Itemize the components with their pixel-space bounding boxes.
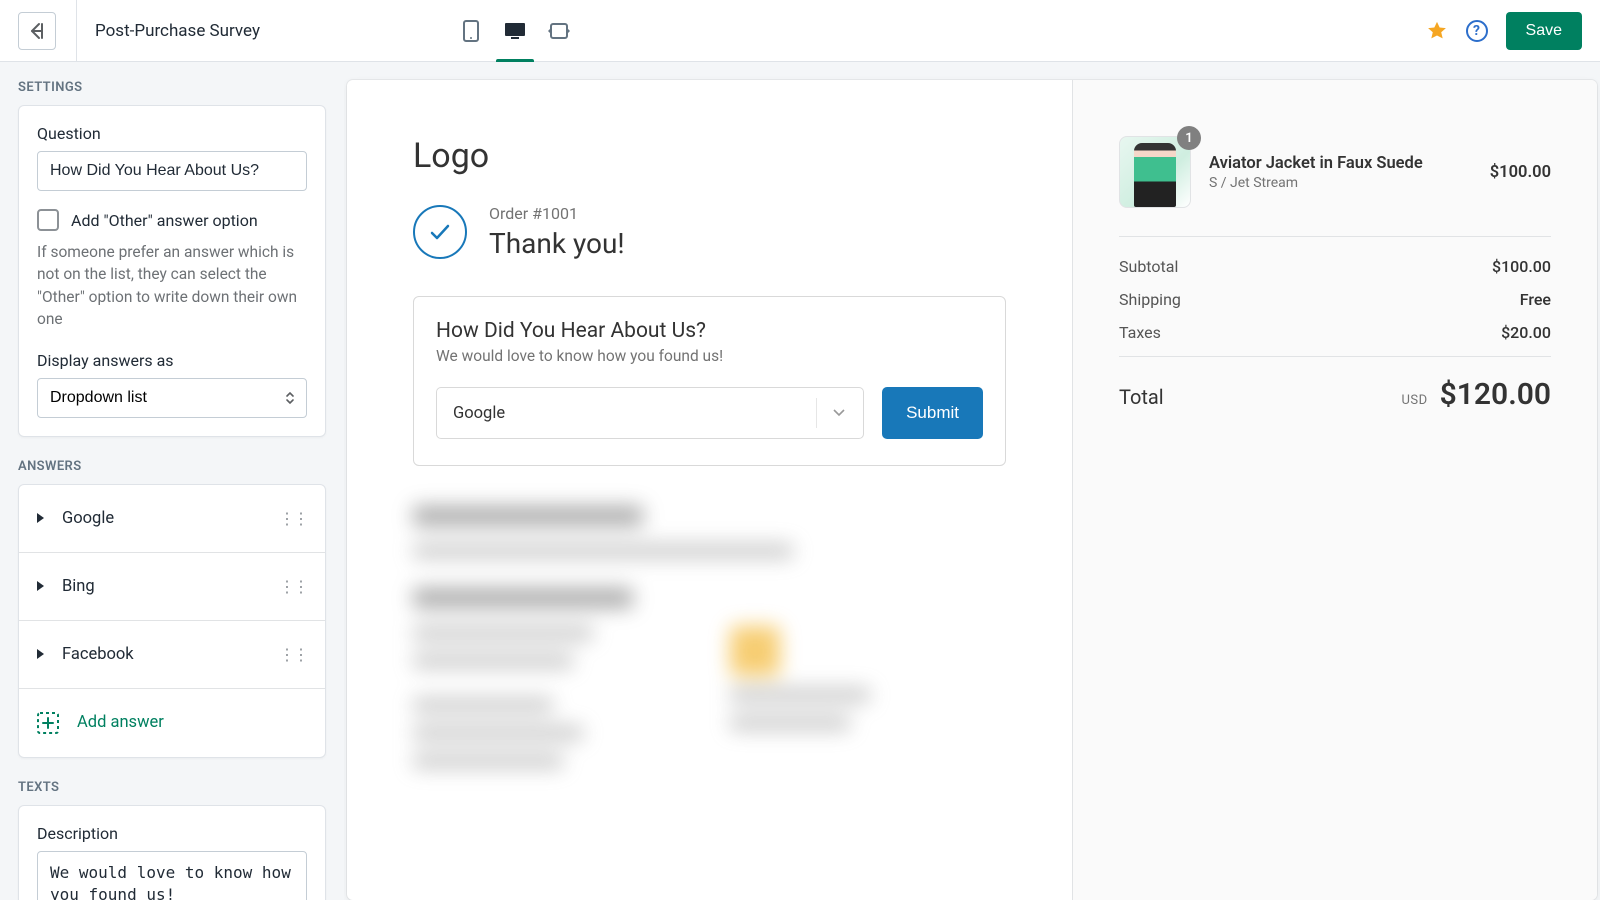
add-other-label: Add "Other" answer option [71, 211, 258, 230]
chevron-right-icon [37, 649, 44, 659]
line-item: 1 Aviator Jacket in Faux Suede S / Jet S… [1119, 136, 1551, 208]
item-variant: S / Jet Stream [1209, 175, 1423, 191]
answer-item[interactable]: Bing ⋮⋮ [19, 553, 325, 621]
add-other-checkbox[interactable] [37, 209, 59, 231]
add-answer-label: Add answer [77, 713, 164, 732]
preview-pane: Logo Order #1001 Thank you! How Did You … [344, 62, 1600, 900]
display-label: Display answers as [37, 351, 307, 370]
thank-you-text: Thank you! [489, 227, 625, 260]
add-icon [37, 712, 59, 734]
survey-subtitle: We would love to know how you found us! [436, 347, 983, 365]
back-arrow-icon [27, 21, 47, 41]
texts-heading: TEXTS [18, 780, 326, 795]
texts-card: Description [18, 805, 326, 900]
drag-handle-icon[interactable]: ⋮⋮ [279, 577, 307, 596]
shipping-value: Free [1520, 290, 1551, 309]
survey-dropdown[interactable]: Google [436, 387, 864, 439]
back-button[interactable] [18, 12, 56, 50]
save-button[interactable]: Save [1506, 12, 1582, 50]
dropdown-value: Google [453, 404, 505, 423]
checkout-main: Logo Order #1001 Thank you! How Did You … [347, 80, 1072, 900]
mobile-icon [463, 20, 479, 42]
item-price: $100.00 [1490, 163, 1551, 182]
settings-card: Question Add "Other" answer option If so… [18, 105, 326, 437]
question-input[interactable] [37, 151, 307, 191]
desktop-icon [504, 22, 526, 40]
survey-card: How Did You Hear About Us? We would love… [413, 296, 1006, 466]
sidebar: SETTINGS Question Add "Other" answer opt… [0, 62, 344, 900]
subtotal-value: $100.00 [1492, 257, 1551, 276]
total-value: $120.00 [1440, 377, 1551, 412]
survey-question: How Did You Hear About Us? [436, 319, 983, 343]
page-title: Post-Purchase Survey [95, 21, 260, 41]
device-mobile-tab[interactable] [460, 20, 482, 42]
chevron-right-icon [37, 513, 44, 523]
answer-label: Facebook [62, 645, 279, 664]
chevron-down-icon [833, 409, 845, 417]
description-input[interactable] [37, 851, 307, 900]
top-bar: Post-Purchase Survey ? Save [0, 0, 1600, 62]
device-desktop-tab[interactable] [504, 20, 526, 42]
preview-frame: Logo Order #1001 Thank you! How Did You … [347, 80, 1597, 900]
device-preview-tabs [460, 20, 570, 42]
other-help-text: If someone prefer an answer which is not… [37, 241, 307, 331]
submit-button[interactable]: Submit [882, 387, 983, 439]
answer-item[interactable]: Google ⋮⋮ [19, 485, 325, 553]
shipping-label: Shipping [1119, 290, 1181, 309]
total-label: Total [1119, 385, 1164, 409]
answer-item[interactable]: Facebook ⋮⋮ [19, 621, 325, 689]
answer-label: Bing [62, 577, 279, 596]
blurred-content [413, 506, 1006, 782]
star-icon[interactable] [1426, 20, 1448, 42]
taxes-value: $20.00 [1501, 323, 1551, 342]
drag-handle-icon[interactable]: ⋮⋮ [279, 509, 307, 528]
order-number: Order #1001 [489, 204, 625, 223]
answer-label: Google [62, 509, 279, 528]
item-title: Aviator Jacket in Faux Suede [1209, 154, 1423, 173]
separator [76, 0, 77, 62]
quantity-badge: 1 [1177, 126, 1201, 150]
settings-heading: SETTINGS [18, 80, 326, 95]
device-fullwidth-tab[interactable] [548, 20, 570, 42]
chevron-right-icon [37, 581, 44, 591]
drag-handle-icon[interactable]: ⋮⋮ [279, 645, 307, 664]
question-label: Question [37, 124, 307, 143]
add-answer-button[interactable]: Add answer [19, 689, 325, 757]
display-select[interactable]: Dropdown list [37, 378, 307, 418]
expand-icon [548, 23, 570, 39]
taxes-label: Taxes [1119, 323, 1161, 342]
checkmark-circle-icon [413, 205, 467, 259]
answers-heading: ANSWERS [18, 459, 326, 474]
currency-code: USD [1401, 393, 1427, 408]
order-summary: 1 Aviator Jacket in Faux Suede S / Jet S… [1072, 80, 1597, 900]
help-button[interactable]: ? [1466, 20, 1488, 42]
logo-text: Logo [413, 136, 1006, 176]
answers-card: Google ⋮⋮ Bing ⋮⋮ Facebook ⋮⋮ Add answer [18, 484, 326, 758]
subtotal-label: Subtotal [1119, 257, 1178, 276]
description-label: Description [37, 824, 307, 843]
